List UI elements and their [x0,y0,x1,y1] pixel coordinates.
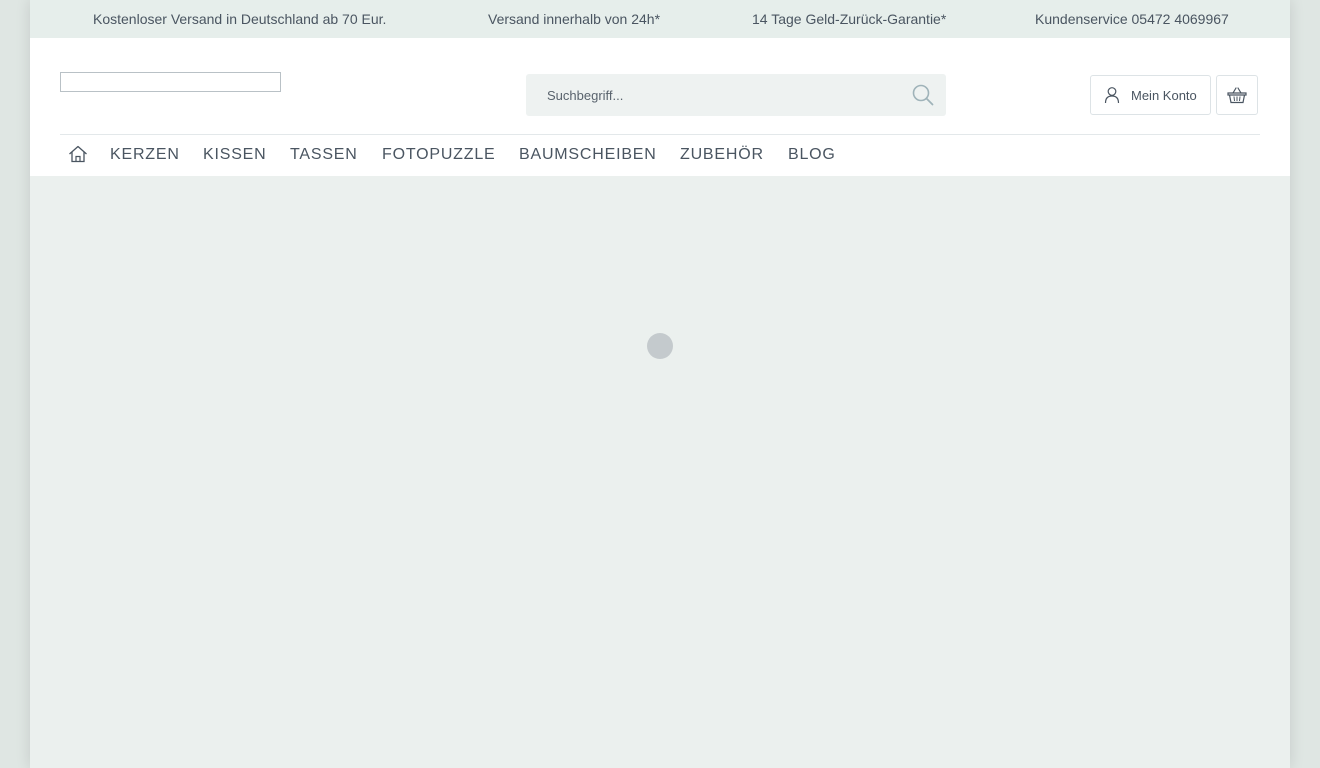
guarantee-info: 14 Tage Geld-Zurück-Garantie* [752,11,947,27]
top-info-bar: Kostenloser Versand in Deutschland ab 70… [30,0,1290,38]
logo-placeholder[interactable] [60,72,281,92]
nav-item-fotopuzzle[interactable]: FOTOPUZZLE [382,146,496,164]
basket-icon [1227,87,1247,104]
delivery-info: Versand innerhalb von 24h* [488,11,661,27]
search-bar [526,74,946,116]
nav-item-baumscheiben[interactable]: BAUMSCHEIBEN [519,146,657,164]
nav-item-kissen[interactable]: KISSEN [203,146,267,164]
account-button[interactable]: Mein Konto [1090,75,1211,115]
cart-button[interactable] [1216,75,1258,115]
page: Kostenloser Versand in Deutschland ab 70… [30,0,1290,768]
loading-spinner [647,333,673,359]
header: Mein Konto KERZEN KISSEN [30,38,1290,176]
search-icon [912,84,934,106]
nav-item-zubehoer[interactable]: ZUBEHÖR [680,146,764,164]
nav-home[interactable] [68,145,88,163]
search-button[interactable] [910,82,936,108]
account-label: Mein Konto [1131,88,1197,103]
nav-item-kerzen[interactable]: KERZEN [110,146,180,164]
shipping-info: Kostenloser Versand in Deutschland ab 70… [93,11,387,27]
customer-service-info: Kundenservice 05472 4069967 [1035,11,1229,27]
nav-item-blog[interactable]: BLOG [788,146,836,164]
main-navigation: KERZEN KISSEN TASSEN FOTOPUZZLE BAUMSCHE… [60,135,1260,176]
user-icon [1104,87,1120,104]
home-icon [69,145,87,163]
search-input[interactable] [526,74,907,116]
nav-item-tassen[interactable]: TASSEN [290,146,358,164]
